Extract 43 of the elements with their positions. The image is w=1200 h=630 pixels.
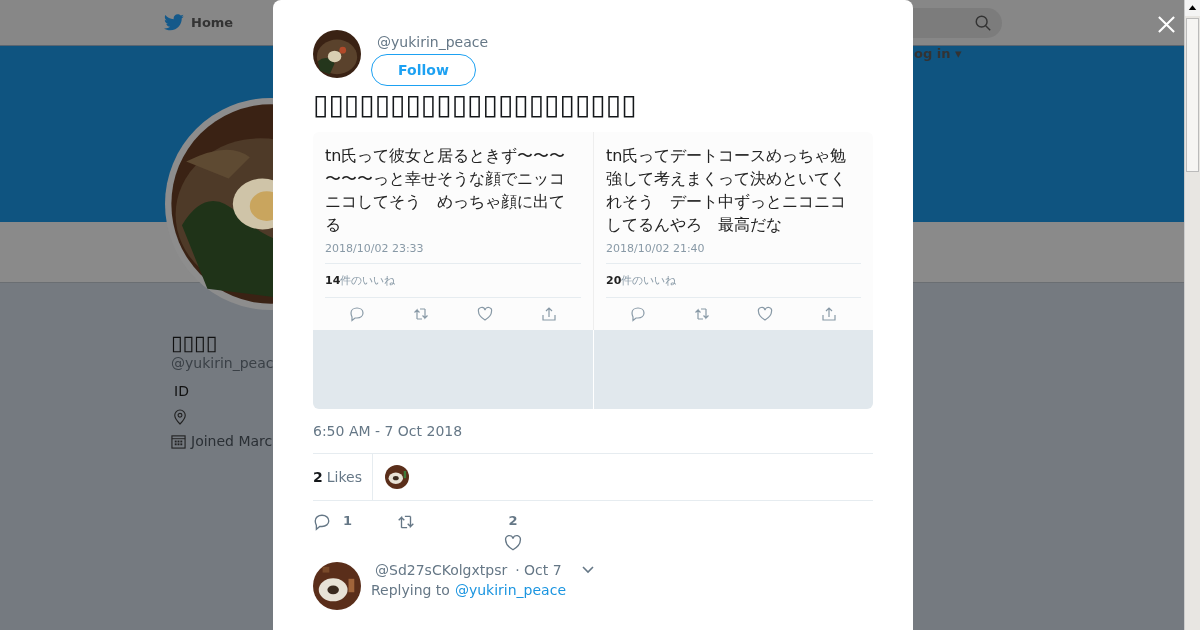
- calendar-icon: [171, 433, 186, 449]
- profile-name: ▯▯▯▯: [171, 331, 218, 355]
- scroll-up-icon[interactable]: [1185, 0, 1200, 16]
- follow-button[interactable]: Follow: [371, 54, 476, 86]
- profile-handle: @yukirin_peac: [171, 355, 274, 371]
- likes-count[interactable]: 2: [313, 469, 323, 485]
- tweet-text: ▯▯▯▯▯▯▯▯▯▯▯▯▯▯▯▯▯▯▯▯▯: [313, 88, 638, 122]
- retweet-icon: [693, 306, 710, 322]
- embedded-text: tn氏ってデートコースめっちゃ勉強して考えまくって決めといてくれそう デート中ずっとニコニコしてるんやろ 最高だな: [606, 145, 848, 236]
- heart-icon[interactable]: [504, 534, 523, 552]
- share-icon: [821, 306, 838, 322]
- close-icon[interactable]: [1157, 15, 1176, 34]
- like-count: 2: [508, 513, 518, 528]
- heart-icon: [477, 306, 493, 322]
- retweet-icon: [413, 306, 429, 322]
- replying-label: Replying to: [371, 582, 450, 598]
- scrollbar[interactable]: [1184, 0, 1200, 630]
- mention-link[interactable]: @yukirin_peace: [454, 582, 566, 598]
- reply-icon: [629, 306, 646, 322]
- embedded-date: 2018/10/02 23:33: [325, 242, 581, 264]
- join-date: Joined Marc: [191, 433, 273, 449]
- search-icon: [974, 13, 992, 32]
- profile-bio: ID: [174, 383, 189, 399]
- embedded-likes: 14件のいいね: [325, 264, 581, 298]
- retweet-icon[interactable]: [397, 513, 416, 531]
- reply-handle[interactable]: @Sd27sCKolgxtpsr: [375, 562, 508, 578]
- likes-label[interactable]: Likes: [326, 469, 362, 485]
- reply-icon: [349, 306, 365, 322]
- reply-icon[interactable]: [313, 513, 331, 531]
- scrollbar-thumb[interactable]: [1186, 18, 1199, 172]
- bird-icon: [163, 13, 185, 32]
- home-link[interactable]: Home: [191, 15, 234, 30]
- heart-icon: [757, 306, 774, 322]
- share-icon: [541, 306, 557, 322]
- embedded-date: 2018/10/02 21:40: [606, 242, 861, 264]
- reply-time: · Oct 7: [515, 562, 562, 578]
- tweet-timestamp: 6:50 AM - 7 Oct 2018: [313, 423, 873, 454]
- reply-count: 1: [343, 513, 353, 528]
- embedded-likes: 20件のいいね: [606, 264, 861, 298]
- caret-icon[interactable]: [581, 566, 594, 574]
- location-icon: [173, 409, 187, 425]
- embedded-text: tn氏って彼女と居るときず〜〜〜〜〜〜っと幸せそうな顔でニッコニコしてそう めっちゃ顔に出てる: [325, 145, 567, 236]
- author-handle[interactable]: @yukirin_peace: [377, 34, 489, 50]
